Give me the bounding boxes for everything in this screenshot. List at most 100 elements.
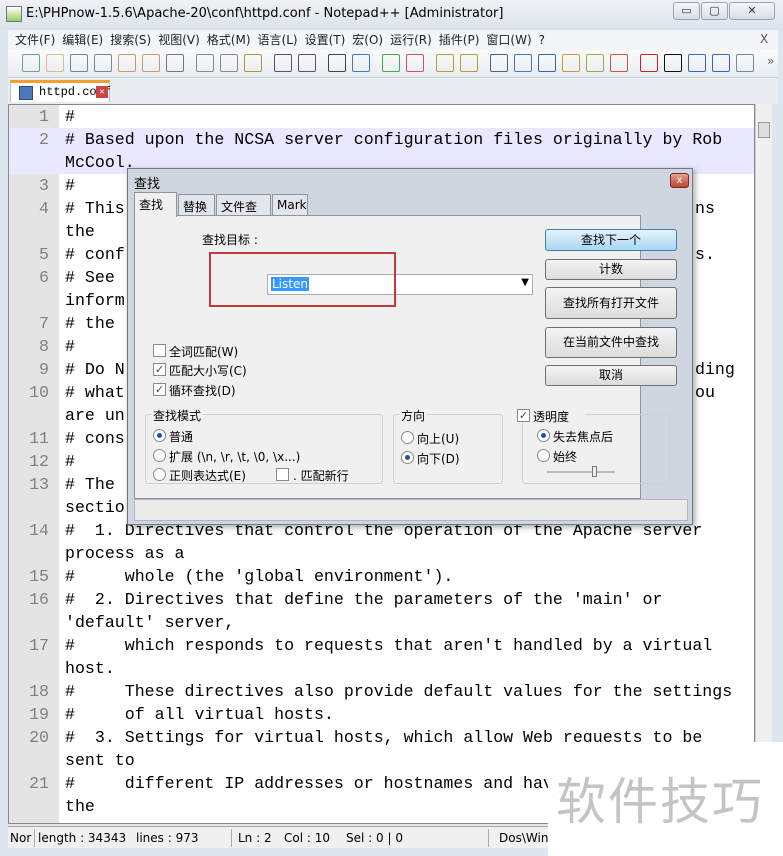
find-panel: 查找目标 : Listen ▼ 查找下一个 计数 查找所有打开文件 在当前文件中…: [134, 215, 677, 499]
scrollbar-thumb[interactable]: [758, 122, 770, 138]
editor-line[interactable]: 15 # whole (the 'global environment').: [9, 565, 754, 588]
paste-icon[interactable]: [244, 54, 262, 72]
line-number: 2: [39, 130, 49, 149]
slider-thumb[interactable]: [591, 466, 597, 477]
match-whole-word-checkbox[interactable]: [153, 344, 166, 357]
menu-item[interactable]: 窗口(W): [486, 30, 531, 50]
replace-icon[interactable]: [352, 54, 370, 72]
find-all-current-doc-button[interactable]: 在当前文件中查找: [545, 327, 677, 358]
wrap-around-checkbox[interactable]: ✓: [153, 383, 166, 396]
dot-matches-newline-label: . 匹配新行: [293, 469, 349, 483]
menu-item[interactable]: 编辑(E): [62, 30, 103, 50]
tab-find-in-files[interactable]: 文件查找: [216, 194, 271, 231]
show-all-chars-icon[interactable]: [514, 54, 532, 72]
function-list-icon[interactable]: [610, 54, 628, 72]
editor-line[interactable]: 17 # which responds to requests that aren…: [9, 634, 754, 657]
word-wrap-icon[interactable]: [490, 54, 508, 72]
transparency-slider[interactable]: [547, 466, 615, 477]
find-next-button[interactable]: 查找下一个: [545, 229, 677, 251]
record-macro-icon[interactable]: [640, 54, 658, 72]
always-radio[interactable]: [537, 449, 550, 462]
editor-line[interactable]: 18 # These directives also provide defaul…: [9, 680, 754, 703]
zoom-in-icon[interactable]: [382, 54, 400, 72]
find-all-open-docs-button[interactable]: 查找所有打开文件: [545, 287, 677, 319]
line-text-tail: ns: [695, 199, 715, 218]
menu-item[interactable]: 格式(M): [207, 30, 251, 50]
menu-item[interactable]: 视图(V): [158, 30, 200, 50]
cancel-button[interactable]: 取消: [545, 365, 677, 386]
mode-normal-radio[interactable]: [153, 429, 166, 442]
zoom-out-icon[interactable]: [406, 54, 424, 72]
undo-icon[interactable]: [274, 54, 292, 72]
line-text-tail: ou: [695, 383, 715, 402]
cut-icon[interactable]: [196, 54, 214, 72]
line-text: the: [65, 222, 95, 241]
vertical-scrollbar[interactable]: [755, 104, 772, 824]
match-case-checkbox[interactable]: ✓: [153, 363, 166, 376]
maximize-button[interactable]: ▢: [701, 2, 728, 20]
line-number: 4: [39, 199, 49, 218]
tab-replace[interactable]: 替换: [178, 194, 215, 216]
tab-close-icon[interactable]: ✕: [96, 86, 108, 98]
copy-icon[interactable]: [220, 54, 238, 72]
run-macro-multiple-icon[interactable]: [712, 54, 730, 72]
tab-httpd-conf[interactable]: httpd.conf ✕: [10, 80, 111, 102]
menu-item[interactable]: 插件(P): [439, 30, 480, 50]
tab-find[interactable]: 查找: [134, 192, 177, 217]
stop-record-icon[interactable]: [664, 54, 682, 72]
sync-vertical-icon[interactable]: [436, 54, 454, 72]
folder-as-workspace-icon[interactable]: [562, 54, 580, 72]
sync-horizontal-icon[interactable]: [460, 54, 478, 72]
menu-item[interactable]: 文件(F): [15, 30, 55, 50]
line-number: 21: [29, 774, 49, 793]
line-number: 17: [29, 636, 49, 655]
find-icon[interactable]: [328, 54, 346, 72]
menu-item[interactable]: 设置(T): [305, 30, 346, 50]
mode-extended-radio[interactable]: [153, 449, 166, 462]
menu-item[interactable]: 宏(O): [352, 30, 383, 50]
editor-line[interactable]: 16 # 2. Directives that define the parame…: [9, 588, 754, 611]
menu-item[interactable]: ?: [539, 30, 545, 50]
editor-line[interactable]: 2 # Based upon the NCSA server configurat…: [9, 128, 754, 151]
close-icon[interactable]: [118, 54, 136, 72]
editor-line[interactable]: 1 #: [9, 105, 754, 128]
close-document-button[interactable]: X: [760, 32, 768, 46]
always-label: 始终: [553, 450, 578, 464]
save-macro-icon[interactable]: [736, 54, 754, 72]
doc-map-icon[interactable]: [586, 54, 604, 72]
save-icon[interactable]: [70, 54, 88, 72]
menu-item[interactable]: 运行(R): [390, 30, 432, 50]
editor-line[interactable]: process as a: [9, 542, 754, 565]
tab-mark[interactable]: Mark: [272, 194, 308, 216]
open-file-icon[interactable]: [46, 54, 64, 72]
redo-icon[interactable]: [298, 54, 316, 72]
direction-up-radio[interactable]: [401, 431, 414, 444]
minimize-button[interactable]: ▭: [673, 2, 700, 20]
toolbar-overflow-icon[interactable]: »: [767, 54, 774, 68]
save-state-icon: [19, 86, 33, 100]
new-file-icon[interactable]: [22, 54, 40, 72]
dropdown-arrow-icon[interactable]: ▼: [521, 277, 529, 288]
close-all-icon[interactable]: [142, 54, 160, 72]
editor-line[interactable]: 19 # of all virtual hosts.: [9, 703, 754, 726]
mode-regex-label: 正则表达式(E): [169, 469, 246, 483]
status-length: length : 34343: [38, 831, 127, 845]
line-text-tail: s.: [695, 245, 715, 264]
menu-item[interactable]: 搜索(S): [110, 30, 151, 50]
indent-guide-icon[interactable]: [538, 54, 556, 72]
play-macro-icon[interactable]: [688, 54, 706, 72]
count-button[interactable]: 计数: [545, 259, 677, 280]
dialog-close-button[interactable]: x: [670, 173, 689, 188]
line-text: # conf: [65, 245, 125, 264]
print-icon[interactable]: [166, 54, 184, 72]
editor-line[interactable]: host.: [9, 657, 754, 680]
direction-down-radio[interactable]: [401, 451, 414, 464]
menu-item[interactable]: 语言(L): [258, 30, 298, 50]
mode-regex-radio[interactable]: [153, 468, 166, 481]
save-all-icon[interactable]: [94, 54, 112, 72]
transparency-checkbox[interactable]: ✓: [517, 409, 530, 422]
on-losing-focus-radio[interactable]: [537, 429, 550, 442]
dot-matches-newline-checkbox[interactable]: [276, 468, 289, 481]
close-button[interactable]: ✕: [729, 2, 775, 20]
editor-line[interactable]: 'default' server,: [9, 611, 754, 634]
